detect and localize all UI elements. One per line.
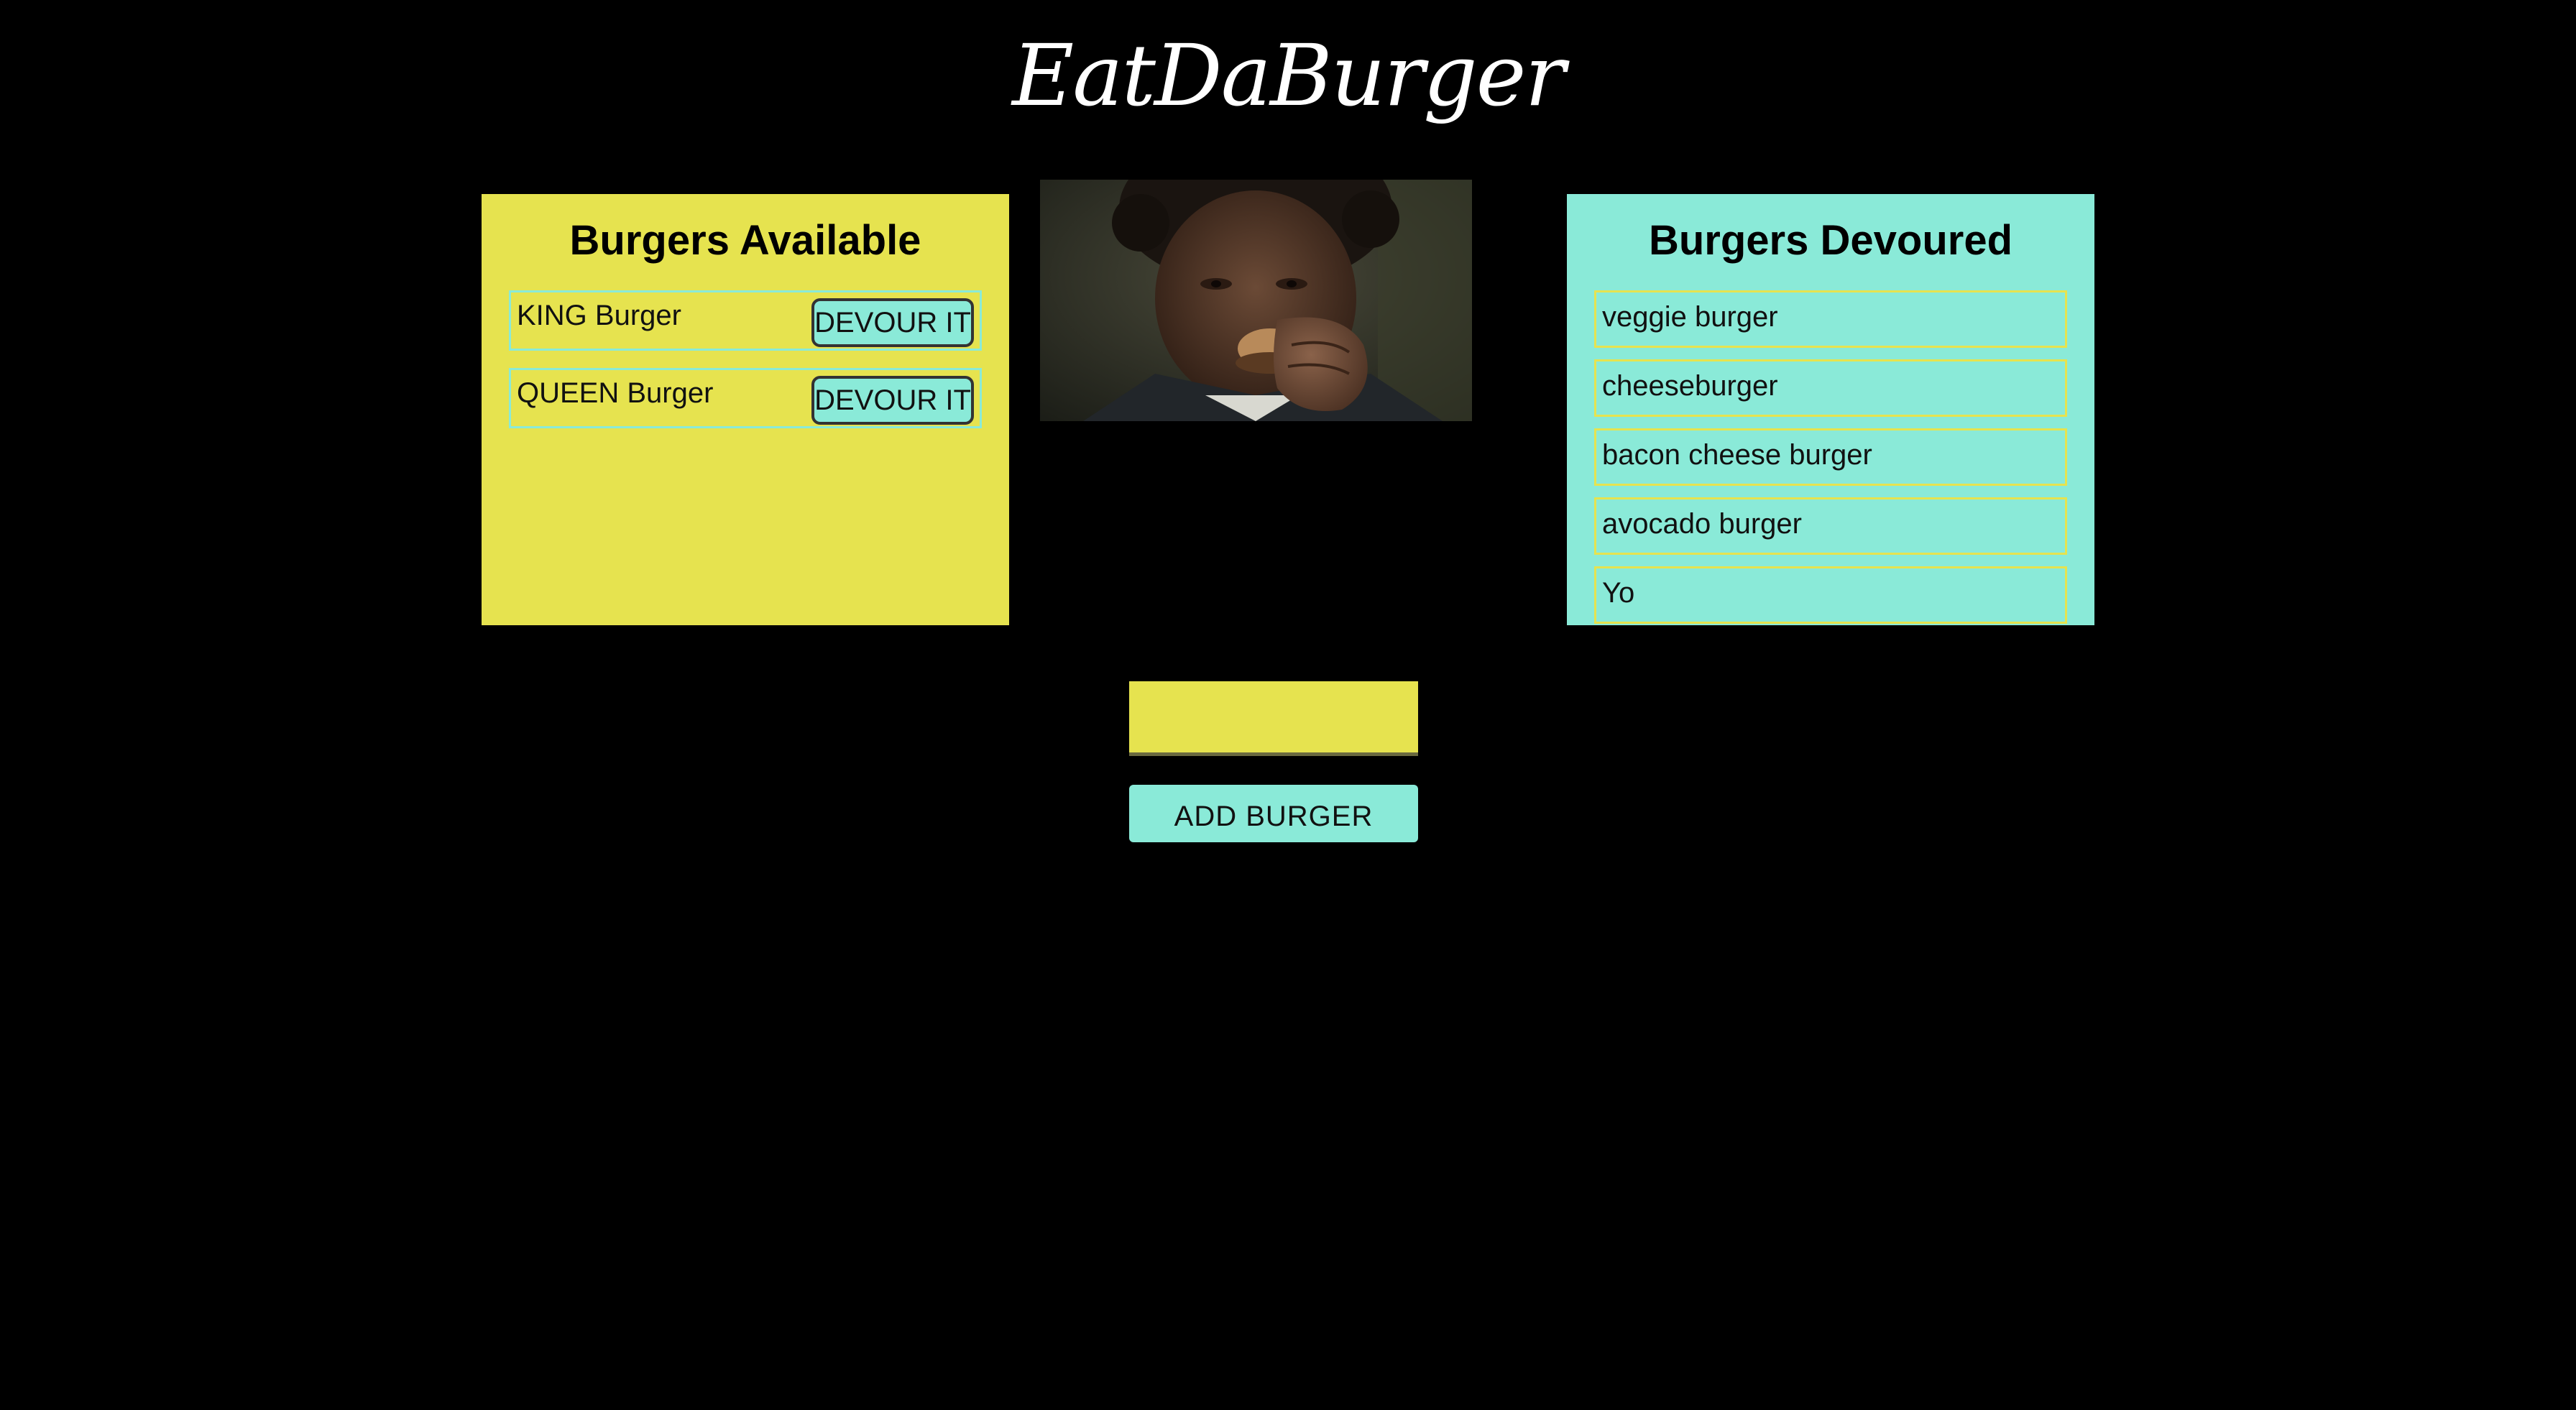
devoured-item: veggie burger [1594, 290, 2067, 348]
devour-button-queen[interactable]: DEVOUR IT [811, 376, 974, 425]
add-burger-button[interactable]: ADD BURGER [1129, 785, 1418, 842]
burgers-devoured-heading: Burgers Devoured [1648, 217, 2013, 264]
burger-name-input[interactable] [1129, 681, 1418, 756]
burgers-available-panel: Burgers Available KING Burger DEVOUR IT … [482, 194, 1009, 625]
devoured-item: avocado burger [1594, 497, 2067, 555]
burger-name: KING Burger [517, 300, 681, 331]
available-item-king: KING Burger DEVOUR IT [509, 290, 982, 351]
available-list: KING Burger DEVOUR IT QUEEN Burger DEVOU… [509, 290, 982, 428]
devoured-item: bacon cheese burger [1594, 428, 2067, 486]
burgers-devoured-panel: Burgers Devoured veggie burger cheesebur… [1567, 194, 2094, 625]
devoured-item: Yo [1594, 566, 2067, 624]
devour-button-king[interactable]: DEVOUR IT [811, 298, 974, 347]
devoured-list: veggie burger cheeseburger bacon cheese … [1594, 290, 2067, 624]
man-eating-burger-image [1040, 180, 1472, 421]
site-title: EatDaBurger [1012, 26, 1565, 125]
available-item-queen: QUEEN Burger DEVOUR IT [509, 368, 982, 428]
burgers-available-heading: Burgers Available [569, 217, 921, 264]
burger-name: QUEEN Burger [517, 377, 714, 409]
page: EatDaBurger Burgers Available KING Burge… [0, 0, 2576, 1410]
devoured-item: cheeseburger [1594, 359, 2067, 417]
